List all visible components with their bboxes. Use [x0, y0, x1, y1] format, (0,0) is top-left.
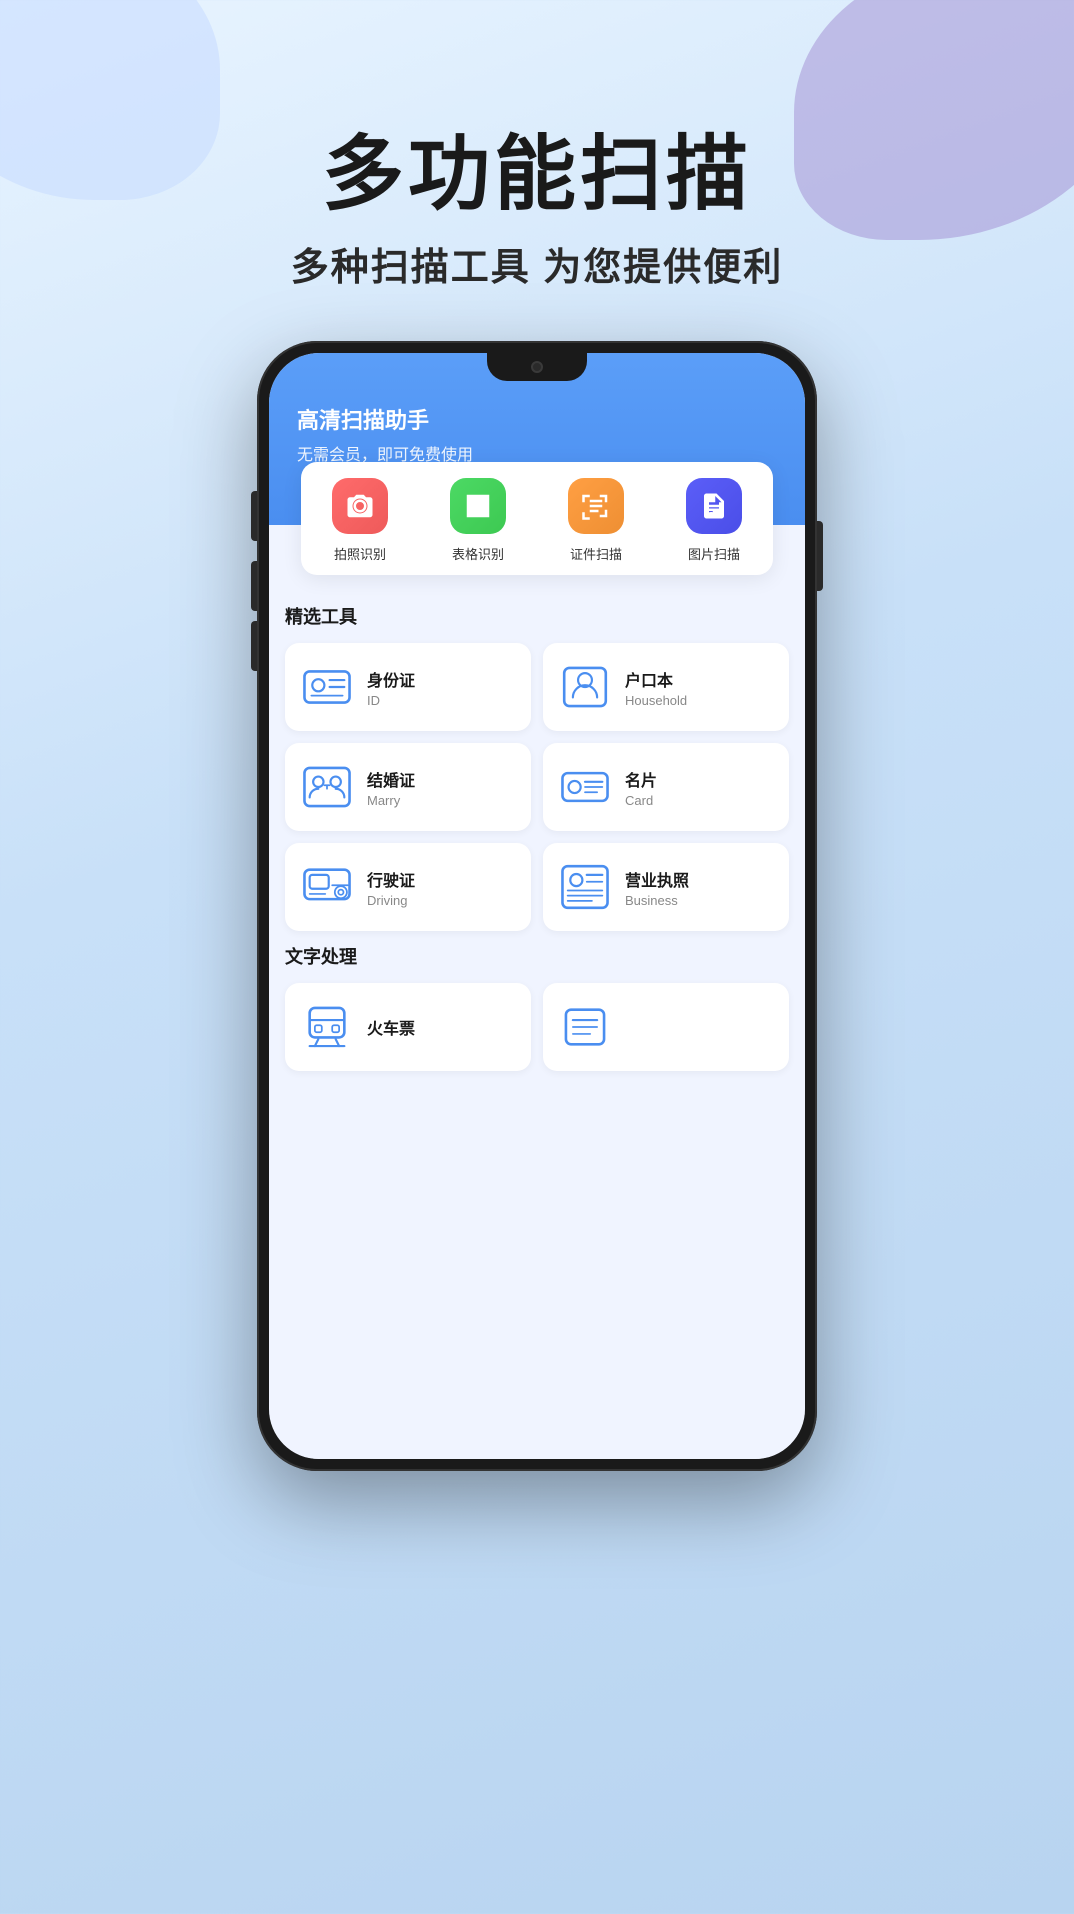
scan-tool-photo[interactable]: 拍照识别 [301, 478, 419, 563]
marry-icon [301, 761, 353, 813]
id-card-text: 身份证 ID [367, 667, 415, 708]
tool-household[interactable]: 户口本 Household [543, 643, 789, 731]
business-card-icon [559, 761, 611, 813]
driving-name: 行驶证 [367, 867, 415, 891]
table-icon-bg [450, 478, 506, 534]
driving-sub: Driving [367, 893, 415, 908]
id-card-icon [301, 661, 353, 713]
scan-tools-row: 拍照识别 表格识别 [301, 462, 773, 575]
household-name: 户口本 [625, 667, 687, 691]
photo-icon-bg [332, 478, 388, 534]
marry-name: 结婚证 [367, 767, 415, 791]
svg-text:PDF: PDF [707, 512, 717, 518]
tool-driving[interactable]: 行驶证 Driving [285, 843, 531, 931]
id-scan-icon [581, 491, 611, 521]
phone-notch [487, 353, 587, 381]
camera-icon [345, 491, 375, 521]
pdf-icon-bg: PDF [686, 478, 742, 534]
scan-tool-table-label: 表格识别 [452, 544, 504, 563]
train-name: 火车票 [367, 1015, 415, 1039]
other-icon [559, 1001, 611, 1053]
phone-mockup: 高清扫描助手 无需会员，即可免费使用 拍照识别 [0, 341, 1074, 1471]
scan-tool-photo-label: 拍照识别 [334, 544, 386, 563]
id-card-sub: ID [367, 693, 415, 708]
marry-text: 结婚证 Marry [367, 767, 415, 808]
tool-marry[interactable]: 结婚证 Marry [285, 743, 531, 831]
driving-icon [301, 861, 353, 913]
business-license-name: 营业执照 [625, 867, 689, 891]
title-section: 多功能扫描 多种扫描工具 为您提供便利 [0, 0, 1074, 321]
business-license-sub: Business [625, 893, 689, 908]
phone-outer: 高清扫描助手 无需会员，即可免费使用 拍照识别 [257, 341, 817, 1471]
screen-fade [269, 1379, 805, 1459]
household-sub: Household [625, 693, 687, 708]
id-scan-icon-bg [568, 478, 624, 534]
business-license-icon [559, 861, 611, 913]
screen-content: 高清扫描助手 无需会员，即可免费使用 拍照识别 [269, 353, 805, 1459]
phone-inner: 高清扫描助手 无需会员，即可免费使用 拍照识别 [269, 353, 805, 1459]
text-tools-grid: 火车票 [285, 983, 789, 1071]
train-icon [301, 1001, 353, 1053]
train-text: 火车票 [367, 1015, 415, 1039]
phone-camera [531, 361, 543, 373]
scan-tool-pdf-label: 图片扫描 [688, 544, 740, 563]
tools-section-title: 精选工具 [285, 603, 789, 629]
id-card-name: 身份证 [367, 667, 415, 691]
card-sub: Card [625, 793, 657, 808]
marry-sub: Marry [367, 793, 415, 808]
tools-grid: 身份证 ID [285, 643, 789, 931]
text-section-title: 文字处理 [285, 943, 789, 969]
app-header-title: 高清扫描助手 [297, 403, 777, 435]
tool-train[interactable]: 火车票 [285, 983, 531, 1071]
pdf-icon: PDF [699, 491, 729, 521]
tool-other[interactable] [543, 983, 789, 1071]
tool-card[interactable]: 名片 Card [543, 743, 789, 831]
sub-title: 多种扫描工具 为您提供便利 [0, 236, 1074, 291]
app-body: 精选工具 [269, 525, 805, 1091]
card-name: 名片 [625, 767, 657, 791]
household-icon [559, 661, 611, 713]
household-text: 户口本 Household [625, 667, 687, 708]
scan-tool-table[interactable]: 表格识别 [419, 478, 537, 563]
scan-tool-id-label: 证件扫描 [570, 544, 622, 563]
business-license-text: 营业执照 Business [625, 867, 689, 908]
scan-tool-id[interactable]: 证件扫描 [537, 478, 655, 563]
table-icon [463, 491, 493, 521]
tool-id-card[interactable]: 身份证 ID [285, 643, 531, 731]
card-text: 名片 Card [625, 767, 657, 808]
scan-tool-pdf[interactable]: PDF 图片扫描 [655, 478, 773, 563]
driving-text: 行驶证 Driving [367, 867, 415, 908]
main-title: 多功能扫描 [0, 130, 1074, 220]
tool-business-license[interactable]: 营业执照 Business [543, 843, 789, 931]
